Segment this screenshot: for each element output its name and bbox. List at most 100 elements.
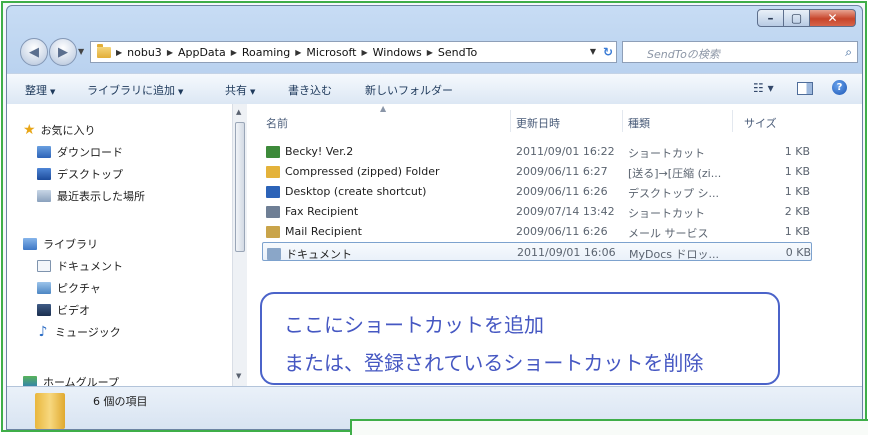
file-row[interactable]: Mail Recipient 2009/06/11 6:26 メール サービス 1 K… <box>262 222 812 241</box>
star-icon: ★ <box>23 122 36 138</box>
file-name-cell[interactable]: Becky! Ver.2 <box>266 145 353 158</box>
breadcrumb-separator-icon[interactable]: ▶ <box>167 48 173 57</box>
nav-item-documents[interactable]: ドキュメント <box>37 257 123 275</box>
chevron-down-icon: ▼ <box>250 88 256 96</box>
recent-places-icon <box>37 190 51 202</box>
nav-item-pictures[interactable]: ピクチャ <box>37 279 101 297</box>
file-name-cell[interactable]: ドキュメント <box>267 246 352 262</box>
help-icon[interactable]: ? <box>832 80 847 95</box>
libraries-icon <box>23 238 37 250</box>
nav-item-videos[interactable]: ビデオ <box>37 301 90 319</box>
change-view-icon[interactable]: ☷ ▾ <box>753 81 774 95</box>
column-header-type[interactable]: 種類 <box>628 115 650 131</box>
nav-favorites[interactable]: ★ お気に入り <box>23 121 96 139</box>
column-header-size[interactable]: サイズ <box>744 115 777 131</box>
file-name-cell[interactable]: Mail Recipient <box>266 225 362 238</box>
nav-item-label: デスクトップ <box>57 168 123 181</box>
close-button[interactable]: ✕ <box>810 9 856 27</box>
breadcrumb-item[interactable]: Microsoft <box>306 46 356 59</box>
organize-button[interactable]: 整理 ▼ <box>25 82 55 98</box>
scrollbar-thumb[interactable] <box>235 122 245 252</box>
address-bar[interactable]: ▶ nobu3 ▶ AppData ▶ Roaming ▶ Microsoft … <box>90 41 617 63</box>
share-button[interactable]: 共有 ▼ <box>225 82 255 98</box>
file-row[interactable]: Compressed (zipped) Folder 2009/06/11 6:2… <box>262 162 812 181</box>
file-row[interactable]: Desktop (create shortcut) 2009/06/11 6:26… <box>262 182 812 201</box>
breadcrumb-item[interactable]: nobu3 <box>127 46 162 59</box>
breadcrumb-separator-icon[interactable]: ▶ <box>427 48 433 57</box>
breadcrumb-separator-icon[interactable]: ▶ <box>295 48 301 57</box>
nav-item-music[interactable]: ♪ ミュージック <box>37 323 121 341</box>
maximize-button[interactable]: ▢ <box>784 9 810 27</box>
nav-item-label: ダウンロード <box>57 146 123 159</box>
breadcrumb-separator-icon[interactable]: ▶ <box>361 48 367 57</box>
file-size: 2 KB <box>784 205 810 218</box>
navigation-row: ◀ ▶ ▼ ▶ nobu3 ▶ AppData ▶ Roaming ▶ Micr… <box>7 35 862 71</box>
column-divider[interactable] <box>622 110 623 132</box>
breadcrumb-item[interactable]: AppData <box>178 46 226 59</box>
navigation-pane-scrollbar[interactable]: ▲ ▼ <box>232 104 247 386</box>
breadcrumb-item[interactable]: SendTo <box>438 46 477 59</box>
file-name-cell[interactable]: Desktop (create shortcut) <box>266 185 426 198</box>
sort-ascending-icon: ▲ <box>380 104 387 113</box>
file-size: 1 KB <box>784 165 810 178</box>
content-area: ★ お気に入り ダウンロード デスクトップ 最近表示した場所 ライブラリ ドキュ… <box>7 104 862 386</box>
breadcrumb-item[interactable]: Windows <box>373 46 422 59</box>
search-placeholder[interactable]: SendToの検索 <box>647 46 720 62</box>
breadcrumb-separator-icon[interactable]: ▶ <box>231 48 237 57</box>
file-type: MyDocs ドロッ... <box>629 248 719 261</box>
file-type: メール サービス <box>628 227 709 240</box>
explorer-window: – ▢ ✕ ◀ ▶ ▼ ▶ nobu3 ▶ AppData ▶ Roaming … <box>6 5 863 430</box>
file-name: Compressed (zipped) Folder <box>285 165 440 178</box>
search-icon[interactable]: ⌕ <box>845 45 852 60</box>
nav-libraries-label: ライブラリ <box>43 238 98 251</box>
background-window-edge <box>350 419 868 435</box>
file-type: [送る]→[圧縮 (zi... <box>628 167 722 180</box>
breadcrumb-separator-icon[interactable]: ▶ <box>116 48 122 57</box>
nav-item-recent-places[interactable]: 最近表示した場所 <box>37 187 145 205</box>
address-dropdown-icon[interactable]: ▼ <box>590 47 596 56</box>
folder-icon <box>35 393 65 429</box>
command-bar: 整理 ▼ ライブラリに追加 ▼ 共有 ▼ 書き込む 新しいフォルダー ☷ ▾ ? <box>7 73 862 105</box>
file-name-cell[interactable]: Fax Recipient <box>266 205 358 218</box>
forward-button[interactable]: ▶ <box>49 38 77 66</box>
nav-item-downloads[interactable]: ダウンロード <box>37 143 123 161</box>
column-header-name[interactable]: 名前 <box>266 115 288 131</box>
nav-favorites-label: お気に入り <box>40 124 96 137</box>
file-size: 1 KB <box>784 185 810 198</box>
nav-homegroup-label: ホームグループ <box>43 376 120 386</box>
refresh-icon[interactable]: ↻ <box>603 45 613 59</box>
column-divider[interactable] <box>510 110 511 132</box>
back-button[interactable]: ◀ <box>20 38 48 66</box>
scroll-up-icon[interactable]: ▲ <box>236 108 241 116</box>
add-to-library-label: ライブラリに追加 <box>87 84 175 97</box>
file-date: 2009/06/11 6:27 <box>516 165 608 178</box>
back-arrow-icon: ◀ <box>29 44 39 60</box>
caption-buttons: – ▢ ✕ <box>757 9 856 29</box>
homegroup-icon <box>23 376 37 386</box>
nav-homegroup[interactable]: ホームグループ <box>23 373 119 386</box>
burn-button[interactable]: 書き込む <box>288 82 332 98</box>
document-icon <box>267 248 281 260</box>
minimize-button[interactable]: – <box>757 9 784 27</box>
nav-item-desktop[interactable]: デスクトップ <box>37 165 123 183</box>
new-folder-button[interactable]: 新しいフォルダー <box>365 82 453 98</box>
file-row[interactable]: Becky! Ver.2 2011/09/01 16:22 ショートカット 1 KB <box>262 142 812 161</box>
search-box[interactable]: SendToの検索 ⌕ <box>622 41 858 63</box>
navigation-pane: ★ お気に入り ダウンロード デスクトップ 最近表示した場所 ライブラリ ドキュ… <box>7 104 232 386</box>
file-row[interactable]: ドキュメント 2011/09/01 16:06 MyDocs ドロッ... 0 KB <box>262 242 812 261</box>
add-to-library-button[interactable]: ライブラリに追加 ▼ <box>87 82 183 98</box>
file-row[interactable]: Fax Recipient 2009/07/14 13:42 ショートカット 2 KB <box>262 202 812 221</box>
recent-pages-dropdown-icon[interactable]: ▼ <box>78 47 84 56</box>
nav-item-label: 最近表示した場所 <box>57 190 145 203</box>
screenshot-frame: – ▢ ✕ ◀ ▶ ▼ ▶ nobu3 ▶ AppData ▶ Roaming … <box>1 1 867 432</box>
downloads-icon <box>37 146 51 158</box>
file-name-cell[interactable]: Compressed (zipped) Folder <box>266 165 439 178</box>
nav-libraries[interactable]: ライブラリ <box>23 235 98 253</box>
scroll-down-icon[interactable]: ▼ <box>236 372 241 380</box>
preview-pane-icon[interactable] <box>797 82 813 95</box>
nav-item-label: ビデオ <box>57 304 90 317</box>
column-header-date[interactable]: 更新日時 <box>516 115 560 131</box>
file-date: 2009/06/11 6:26 <box>516 185 608 198</box>
breadcrumb-item[interactable]: Roaming <box>242 46 290 59</box>
column-divider[interactable] <box>732 110 733 132</box>
